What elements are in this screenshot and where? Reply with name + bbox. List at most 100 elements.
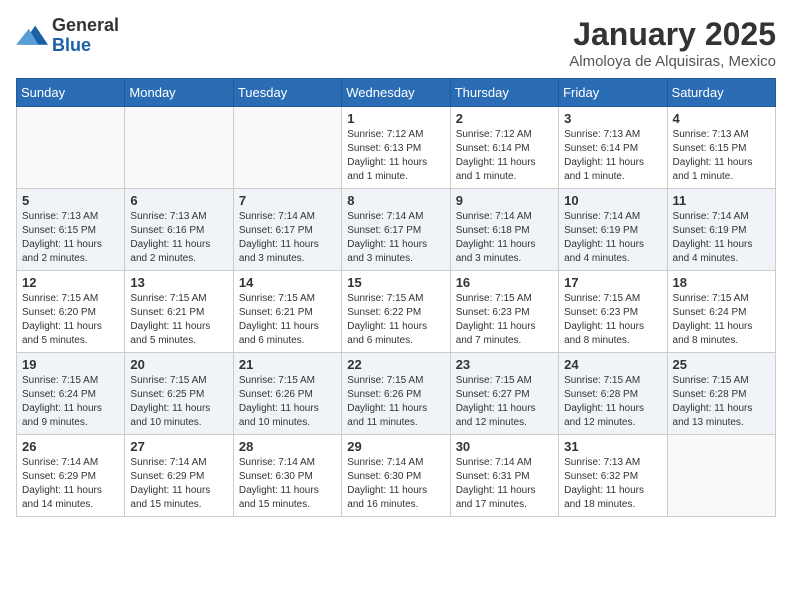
col-thursday: Thursday (450, 79, 558, 107)
day-number: 27 (130, 439, 227, 454)
day-number: 21 (239, 357, 336, 372)
day-info: Sunrise: 7:15 AM Sunset: 6:28 PM Dayligh… (564, 374, 661, 430)
calendar-cell: 17Sunrise: 7:15 AM Sunset: 6:23 PM Dayli… (559, 271, 667, 353)
day-info: Sunrise: 7:15 AM Sunset: 6:21 PM Dayligh… (239, 292, 336, 348)
calendar-cell: 4 Sunrise: 7:13 AM Sunset: 6:15 PM Daylig… (667, 107, 775, 189)
day-number: 10 (564, 193, 661, 208)
day-number: 22 (347, 357, 444, 372)
calendar-cell: 20 Sunrise: 7:15 AM Sunset: 6:25 PM Dayli… (125, 353, 233, 435)
calendar-cell: 31 Sunrise: 7:13 AM Sunset: 6:32 PM Dayli… (559, 435, 667, 517)
day-info: Sunrise: 7:15 AM Sunset: 6:22 PM Dayligh… (347, 292, 444, 348)
header-row: Sunday Monday Tuesday Wednesday Thursday… (17, 79, 776, 107)
calendar-cell: 8 Sunrise: 7:14 AM Sunset: 6:17 PM Daylig… (342, 189, 450, 271)
day-info: Sunrise: 7:15 AM Sunset: 6:23 PM Dayligh… (564, 292, 661, 348)
day-number: 15 (347, 275, 444, 290)
calendar-cell: 29 Sunrise: 7:14 AM Sunset: 6:30 PM Dayli… (342, 435, 450, 517)
col-wednesday: Wednesday (342, 79, 450, 107)
calendar-cell: 11 Sunrise: 7:14 AM Sunset: 6:19 PM Dayli… (667, 189, 775, 271)
calendar-cell: 12 Sunrise: 7:15 AM Sunset: 6:20 PM Dayli… (17, 271, 125, 353)
calendar-cell: 7 Sunrise: 7:14 AM Sunset: 6:17 PM Daylig… (233, 189, 341, 271)
day-info: Sunrise: 7:14 AM Sunset: 6:18 PM Dayligh… (456, 210, 553, 266)
day-info: Sunrise: 7:14 AM Sunset: 6:31 PM Dayligh… (456, 456, 553, 512)
day-number: 13 (130, 275, 227, 290)
day-number: 24 (564, 357, 661, 372)
day-number: 31 (564, 439, 661, 454)
day-number: 5 (22, 193, 119, 208)
calendar-cell: 23 Sunrise: 7:15 AM Sunset: 6:27 PM Dayli… (450, 353, 558, 435)
calendar-cell: 13Sunrise: 7:15 AM Sunset: 6:21 PM Dayli… (125, 271, 233, 353)
day-info: Sunrise: 7:15 AM Sunset: 6:24 PM Dayligh… (22, 374, 119, 430)
day-number: 26 (22, 439, 119, 454)
calendar-cell: 2 Sunrise: 7:12 AM Sunset: 6:14 PM Daylig… (450, 107, 558, 189)
day-number: 7 (239, 193, 336, 208)
calendar-cell: 24 Sunrise: 7:15 AM Sunset: 6:28 PM Dayli… (559, 353, 667, 435)
day-info: Sunrise: 7:15 AM Sunset: 6:24 PM Dayligh… (673, 292, 770, 348)
day-info: Sunrise: 7:14 AM Sunset: 6:17 PM Dayligh… (347, 210, 444, 266)
calendar-cell: 10 Sunrise: 7:14 AM Sunset: 6:19 PM Dayli… (559, 189, 667, 271)
title-block: January 2025 Almoloya de Alquisiras, Mex… (569, 16, 776, 70)
day-number: 11 (673, 193, 770, 208)
day-number: 30 (456, 439, 553, 454)
day-number: 8 (347, 193, 444, 208)
day-number: 25 (673, 357, 770, 372)
day-number: 12 (22, 275, 119, 290)
day-info: Sunrise: 7:15 AM Sunset: 6:20 PM Dayligh… (22, 292, 119, 348)
calendar-cell (17, 107, 125, 189)
day-number: 28 (239, 439, 336, 454)
day-number: 2 (456, 111, 553, 126)
day-info: Sunrise: 7:14 AM Sunset: 6:29 PM Dayligh… (130, 456, 227, 512)
day-info: Sunrise: 7:15 AM Sunset: 6:26 PM Dayligh… (239, 374, 336, 430)
calendar-cell: 19 Sunrise: 7:15 AM Sunset: 6:24 PM Dayli… (17, 353, 125, 435)
day-number: 20 (130, 357, 227, 372)
calendar-cell (125, 107, 233, 189)
logo-icon (16, 22, 48, 50)
day-info: Sunrise: 7:14 AM Sunset: 6:17 PM Dayligh… (239, 210, 336, 266)
day-info: Sunrise: 7:15 AM Sunset: 6:23 PM Dayligh… (456, 292, 553, 348)
day-info: Sunrise: 7:13 AM Sunset: 6:32 PM Dayligh… (564, 456, 661, 512)
day-number: 18 (673, 275, 770, 290)
day-info: Sunrise: 7:14 AM Sunset: 6:19 PM Dayligh… (564, 210, 661, 266)
calendar-cell: 18 Sunrise: 7:15 AM Sunset: 6:24 PM Dayli… (667, 271, 775, 353)
day-number: 6 (130, 193, 227, 208)
day-info: Sunrise: 7:13 AM Sunset: 6:15 PM Dayligh… (673, 128, 770, 184)
calendar-cell: 6 Sunrise: 7:13 AM Sunset: 6:16 PM Daylig… (125, 189, 233, 271)
calendar-cell: 22Sunrise: 7:15 AM Sunset: 6:26 PM Dayli… (342, 353, 450, 435)
calendar-cell: 14Sunrise: 7:15 AM Sunset: 6:21 PM Dayli… (233, 271, 341, 353)
calendar-cell: 5Sunrise: 7:13 AM Sunset: 6:15 PM Daylig… (17, 189, 125, 271)
day-info: Sunrise: 7:15 AM Sunset: 6:28 PM Dayligh… (673, 374, 770, 430)
day-number: 23 (456, 357, 553, 372)
day-info: Sunrise: 7:14 AM Sunset: 6:19 PM Dayligh… (673, 210, 770, 266)
day-info: Sunrise: 7:13 AM Sunset: 6:14 PM Dayligh… (564, 128, 661, 184)
day-info: Sunrise: 7:15 AM Sunset: 6:27 PM Dayligh… (456, 374, 553, 430)
calendar-cell: 30 Sunrise: 7:14 AM Sunset: 6:31 PM Dayli… (450, 435, 558, 517)
page-header: General Blue January 2025 Almoloya de Al… (16, 16, 776, 70)
calendar-cell: 26 Sunrise: 7:14 AM Sunset: 6:29 PM Dayli… (17, 435, 125, 517)
calendar-cell: 3 Sunrise: 7:13 AM Sunset: 6:14 PM Daylig… (559, 107, 667, 189)
day-number: 16 (456, 275, 553, 290)
day-number: 4 (673, 111, 770, 126)
day-info: Sunrise: 7:14 AM Sunset: 6:29 PM Dayligh… (22, 456, 119, 512)
calendar-cell: 25 Sunrise: 7:15 AM Sunset: 6:28 PM Dayli… (667, 353, 775, 435)
day-info: Sunrise: 7:12 AM Sunset: 6:14 PM Dayligh… (456, 128, 553, 184)
day-number: 29 (347, 439, 444, 454)
day-number: 19 (22, 357, 119, 372)
week-row-2: 12 Sunrise: 7:15 AM Sunset: 6:20 PM Dayli… (17, 271, 776, 353)
day-info: Sunrise: 7:15 AM Sunset: 6:25 PM Dayligh… (130, 374, 227, 430)
day-number: 3 (564, 111, 661, 126)
day-info: Sunrise: 7:14 AM Sunset: 6:30 PM Dayligh… (347, 456, 444, 512)
calendar-cell: 16 Sunrise: 7:15 AM Sunset: 6:23 PM Dayli… (450, 271, 558, 353)
week-row-3: 19 Sunrise: 7:15 AM Sunset: 6:24 PM Dayli… (17, 353, 776, 435)
calendar-cell: 21 Sunrise: 7:15 AM Sunset: 6:26 PM Dayli… (233, 353, 341, 435)
logo: General Blue (16, 16, 119, 56)
location-title: Almoloya de Alquisiras, Mexico (569, 53, 776, 70)
col-saturday: Saturday (667, 79, 775, 107)
calendar-cell: 27 Sunrise: 7:14 AM Sunset: 6:29 PM Dayli… (125, 435, 233, 517)
week-row-4: 26 Sunrise: 7:14 AM Sunset: 6:29 PM Dayli… (17, 435, 776, 517)
calendar-cell: 28Sunrise: 7:14 AM Sunset: 6:30 PM Dayli… (233, 435, 341, 517)
day-info: Sunrise: 7:13 AM Sunset: 6:16 PM Dayligh… (130, 210, 227, 266)
logo-text: General Blue (52, 16, 119, 56)
day-number: 9 (456, 193, 553, 208)
col-tuesday: Tuesday (233, 79, 341, 107)
day-number: 1 (347, 111, 444, 126)
calendar-cell (667, 435, 775, 517)
